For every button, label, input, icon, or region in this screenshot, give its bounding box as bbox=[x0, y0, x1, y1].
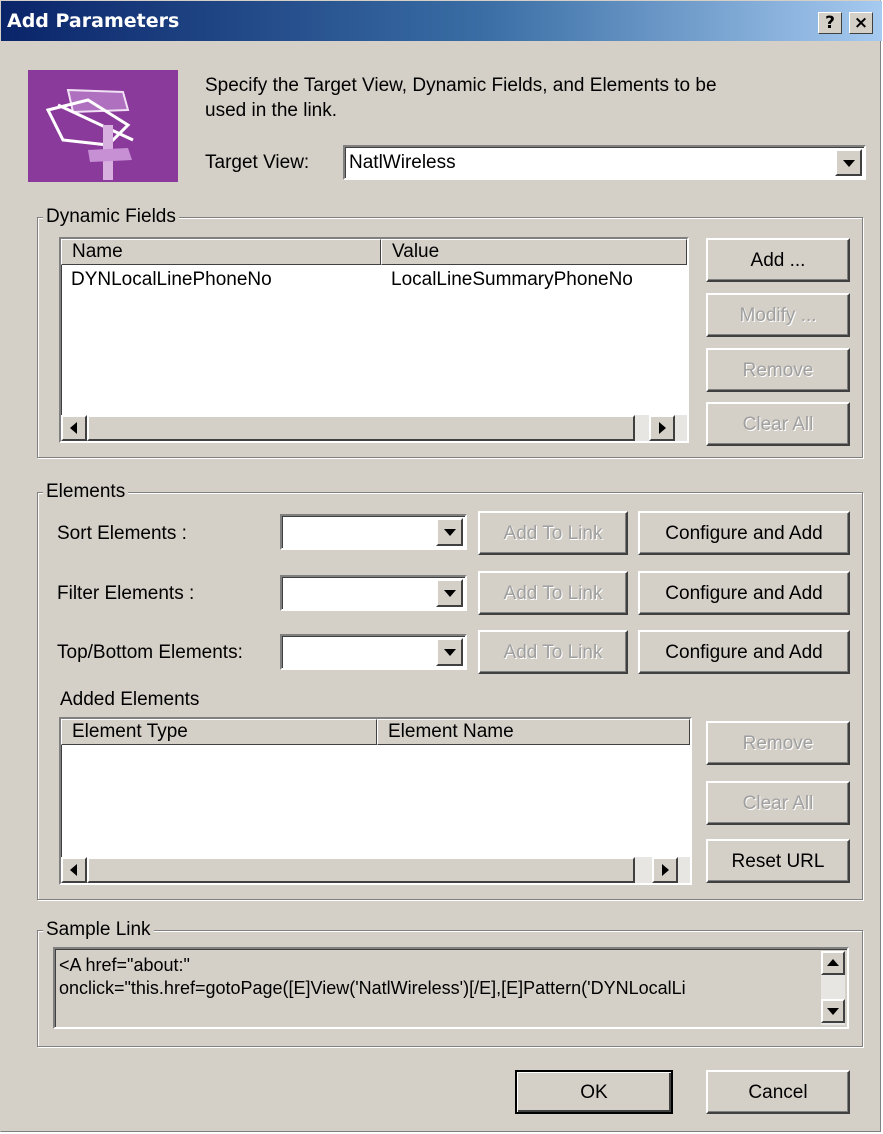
filter-elements-combobox[interactable] bbox=[280, 575, 467, 611]
arrow-left-icon bbox=[70, 422, 77, 434]
sample-link-vscrollbar[interactable] bbox=[821, 951, 845, 1025]
filter-elements-dropdown-button[interactable] bbox=[436, 579, 463, 607]
arrow-up-icon bbox=[827, 959, 839, 966]
sort-elements-label: Sort Elements : bbox=[57, 523, 187, 544]
elements-group-label: Elements bbox=[43, 481, 129, 503]
topbottom-elements-dropdown-button[interactable] bbox=[436, 638, 463, 666]
target-view-label: Target View: bbox=[205, 152, 310, 173]
instruction-text-line1: Specify the Target View, Dynamic Fields,… bbox=[205, 75, 717, 96]
arrow-down-icon bbox=[827, 1008, 839, 1015]
topbottom-elements-combobox[interactable] bbox=[280, 634, 467, 670]
modify-field-button[interactable]: Modify ... bbox=[706, 293, 850, 337]
sample-link-group-label: Sample Link bbox=[43, 919, 154, 941]
sample-link-textarea[interactable]: <A href="about:" onclick="this.href=goto… bbox=[53, 947, 849, 1029]
table-row[interactable]: DYNLocalLinePhoneNo LocalLineSummaryPhon… bbox=[61, 267, 687, 293]
dynamic-field-name: DYNLocalLinePhoneNo bbox=[71, 269, 272, 290]
remove-element-button[interactable]: Remove bbox=[706, 721, 850, 765]
close-button[interactable]: × bbox=[849, 12, 873, 34]
column-header-element-name[interactable]: Element Name bbox=[377, 719, 690, 745]
target-view-value: NatlWireless bbox=[349, 152, 456, 173]
help-button[interactable]: ? bbox=[818, 12, 842, 34]
filter-add-to-link-button[interactable]: Add To Link bbox=[478, 571, 628, 615]
dynamic-fields-listview[interactable]: Name Value DYNLocalLinePhoneNo LocalLine… bbox=[59, 237, 689, 443]
scroll-down-button[interactable] bbox=[821, 999, 845, 1023]
title-bar[interactable]: Add Parameters ? × bbox=[1, 1, 882, 41]
scroll-left-button[interactable] bbox=[61, 415, 87, 441]
target-view-combobox[interactable]: NatlWireless bbox=[343, 145, 866, 180]
link-wizard-icon bbox=[28, 70, 178, 182]
topbottom-configure-and-add-button[interactable]: Configure and Add bbox=[638, 630, 850, 674]
chevron-down-icon bbox=[443, 649, 456, 656]
scroll-thumb[interactable] bbox=[87, 415, 635, 441]
dynamic-fields-hscrollbar[interactable] bbox=[61, 415, 687, 441]
sort-elements-dropdown-button[interactable] bbox=[436, 518, 463, 546]
cancel-button[interactable]: Cancel bbox=[706, 1070, 850, 1114]
sample-link-line2: onclick="this.href=gotoPage([E]View('Nat… bbox=[59, 978, 686, 998]
added-elements-label: Added Elements bbox=[60, 689, 200, 710]
dynamic-field-value: LocalLineSummaryPhoneNo bbox=[391, 269, 633, 290]
reset-url-button[interactable]: Reset URL bbox=[706, 839, 850, 883]
arrow-right-icon bbox=[662, 864, 669, 876]
sample-link-line1: <A href="about:" bbox=[59, 955, 190, 975]
arrow-left-icon bbox=[70, 864, 77, 876]
column-header-value[interactable]: Value bbox=[381, 239, 687, 265]
sort-elements-combobox[interactable] bbox=[280, 514, 467, 550]
column-header-name[interactable]: Name bbox=[61, 239, 381, 265]
instruction-text-line2: used in the link. bbox=[205, 100, 338, 121]
target-view-dropdown-button[interactable] bbox=[835, 149, 862, 176]
scroll-up-button[interactable] bbox=[821, 951, 845, 975]
scroll-right-button[interactable] bbox=[652, 857, 678, 883]
scroll-thumb[interactable] bbox=[87, 857, 635, 883]
filter-elements-label: Filter Elements : bbox=[57, 583, 195, 604]
chevron-down-icon bbox=[443, 590, 456, 597]
dialog-title: Add Parameters bbox=[7, 10, 180, 32]
column-header-element-type[interactable]: Element Type bbox=[61, 719, 377, 745]
ok-button[interactable]: OK bbox=[515, 1070, 673, 1114]
remove-field-button[interactable]: Remove bbox=[706, 348, 850, 392]
added-elements-hscrollbar[interactable] bbox=[61, 857, 690, 883]
sort-add-to-link-button[interactable]: Add To Link bbox=[478, 511, 628, 555]
add-parameters-dialog: Add Parameters ? × Specify the Target Vi… bbox=[0, 0, 882, 1132]
topbottom-add-to-link-button[interactable]: Add To Link bbox=[478, 630, 628, 674]
added-elements-listview[interactable]: Element Type Element Name bbox=[59, 717, 692, 885]
scroll-right-button[interactable] bbox=[649, 415, 675, 441]
filter-configure-and-add-button[interactable]: Configure and Add bbox=[638, 571, 850, 615]
clear-all-fields-button[interactable]: Clear All bbox=[706, 402, 850, 446]
clear-all-elements-button[interactable]: Clear All bbox=[706, 781, 850, 825]
scroll-left-button[interactable] bbox=[61, 857, 87, 883]
arrow-right-icon bbox=[659, 422, 666, 434]
dynamic-fields-group-label: Dynamic Fields bbox=[43, 206, 179, 228]
add-field-button[interactable]: Add ... bbox=[706, 238, 850, 282]
chevron-down-icon bbox=[842, 159, 855, 167]
topbottom-elements-label: Top/Bottom Elements: bbox=[57, 642, 243, 663]
sort-configure-and-add-button[interactable]: Configure and Add bbox=[638, 511, 850, 555]
chevron-down-icon bbox=[443, 529, 456, 536]
